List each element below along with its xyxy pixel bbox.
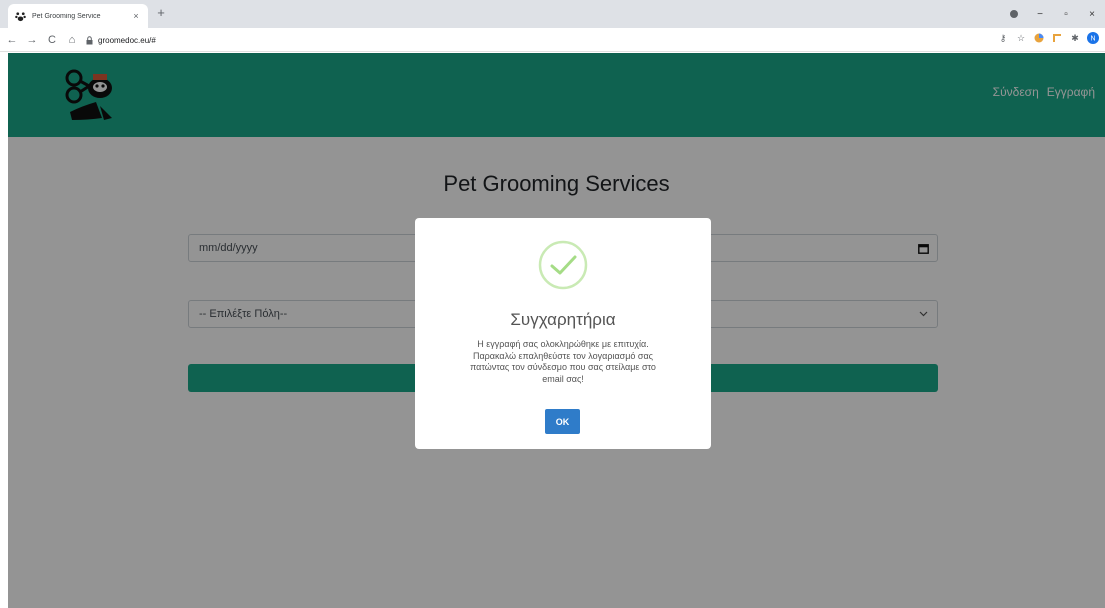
address-bar[interactable]: groomedoc.eu/# — [84, 31, 974, 49]
browser-tab[interactable]: Pet Grooming Service × — [8, 4, 148, 28]
web-page: Σύνδεση Εγγραφή Pet Grooming Services mm… — [8, 53, 1105, 608]
profile-dot-icon[interactable] — [1010, 10, 1018, 18]
url-text: groomedoc.eu/# — [98, 35, 156, 45]
success-check-icon — [538, 240, 588, 290]
dialog-message-line: πατώντας τον σύνδεσμο που σας στείλαμε σ… — [470, 362, 656, 372]
puzzle-icon[interactable]: ✱ — [1069, 32, 1081, 44]
maximize-button[interactable]: ▫ — [1053, 9, 1079, 20]
close-window-button[interactable]: × — [1079, 9, 1105, 20]
key-icon[interactable]: ⚷ — [997, 32, 1009, 44]
window-controls: − ▫ × — [1001, 0, 1105, 28]
dialog-message-line: Η εγγραφή σας ολοκληρώθηκε με επιτυχία. — [477, 339, 649, 349]
dialog-message-line: Παρακαλώ επαληθεύστε τον λογαριασμό σας — [472, 350, 654, 361]
success-dialog: Συγχαρητήρια Η εγγραφή σας ολοκληρώθηκε … — [415, 218, 711, 449]
dialog-title: Συγχαρητήρια — [510, 310, 616, 329]
ok-button[interactable]: OK — [545, 409, 580, 434]
extension-color-icon[interactable] — [1033, 32, 1045, 44]
new-tab-button[interactable]: + — [153, 5, 169, 20]
avatar[interactable]: N — [1087, 32, 1099, 44]
forward-icon[interactable]: → — [24, 32, 40, 48]
reload-icon[interactable]: C — [44, 32, 60, 48]
paw-favicon-icon — [14, 10, 26, 22]
extension-flag-icon[interactable] — [1051, 32, 1063, 44]
extension-icons: ⚷ ☆ ✱ N — [997, 32, 1099, 44]
star-icon[interactable]: ☆ — [1015, 32, 1027, 44]
browser-tabstrip: Pet Grooming Service × + − ▫ × — [0, 0, 1105, 28]
tab-close-icon[interactable]: × — [130, 11, 142, 21]
lock-icon — [84, 35, 94, 45]
svg-text:N: N — [1090, 36, 1095, 43]
minimize-button[interactable]: − — [1027, 9, 1053, 20]
home-icon[interactable]: ⌂ — [64, 32, 80, 48]
tab-title: Pet Grooming Service — [32, 12, 101, 20]
browser-toolbar: ← → C ⌂ groomedoc.eu/# ⚷ ☆ ✱ N — [0, 28, 1105, 52]
dialog-message-line: email σας! — [542, 373, 584, 384]
dialog-message: Η εγγραφή σας ολοκληρώθηκε με επιτυχία. … — [441, 339, 685, 385]
back-icon[interactable]: ← — [4, 32, 20, 48]
